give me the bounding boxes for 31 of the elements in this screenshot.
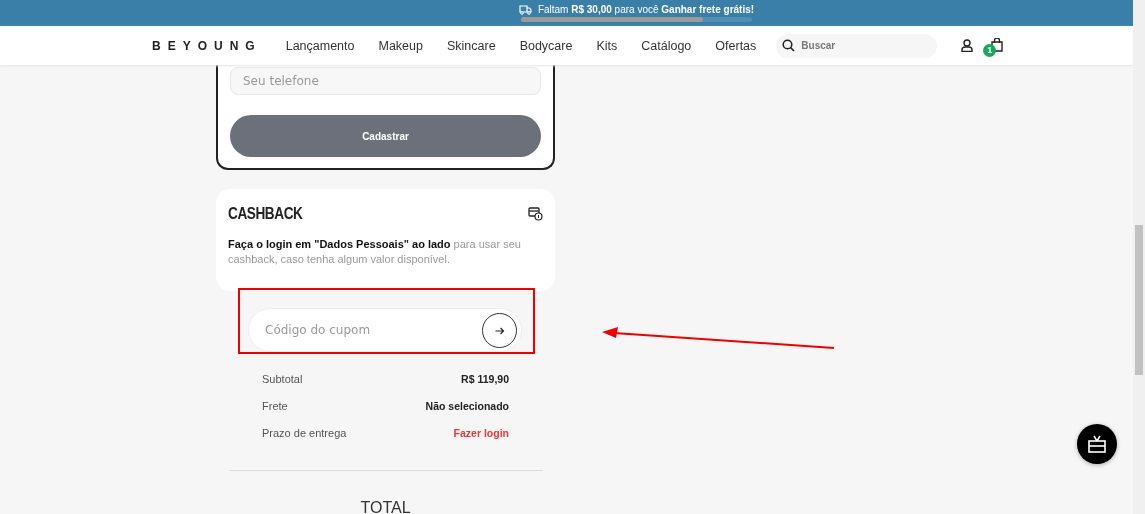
shopping-bag-icon[interactable] <box>991 37 1004 52</box>
nav-link[interactable]: Makeup <box>378 38 423 53</box>
register-button[interactable]: Cadastrar <box>230 115 541 157</box>
summary-value: R$ 119,90 <box>461 373 509 385</box>
nav-link[interactable]: Ofertas <box>715 38 757 53</box>
nav-link[interactable]: Lançamento <box>285 38 355 53</box>
login-link[interactable]: Fazer login <box>453 427 509 439</box>
nav-link[interactable]: Bodycare <box>519 38 573 53</box>
search-field[interactable]: Buscar <box>776 33 938 58</box>
total-label: TOTAL <box>359 499 412 514</box>
summary-value: Não selecionado <box>425 400 509 412</box>
cashback-title: CASHBACK <box>228 205 303 223</box>
coupon-field[interactable]: Código do cupom <box>248 308 522 352</box>
cart-count-badge: 1 <box>983 43 997 57</box>
shipping-message: Faltam R$ 30,00 para você Ganhar frete grátis! <box>537 4 755 15</box>
nav-link[interactable]: Kits <box>596 38 618 53</box>
logo[interactable]: BEYOUNG <box>152 38 262 53</box>
user-icon[interactable] <box>961 39 974 52</box>
arrow-right-icon <box>494 326 505 335</box>
phone-field[interactable]: Seu telefone <box>230 67 541 95</box>
summary-label: Prazo de entrega <box>262 427 347 439</box>
nav-link[interactable]: Skincare <box>447 38 496 53</box>
gift-icon <box>1087 435 1107 453</box>
gift-button[interactable] <box>1077 424 1117 464</box>
card-info-icon <box>528 207 543 221</box>
search-icon <box>782 38 796 52</box>
summary-label: Frete <box>262 400 288 412</box>
nav-link[interactable]: Catálogo <box>641 38 692 53</box>
summary-label: Subtotal <box>262 373 303 385</box>
truck-icon <box>518 4 532 15</box>
cashback-description: Faça o login em "Dados Pessoais" ao lado para usar seu cashback, caso tenha algum valor disponível. <box>228 237 522 267</box>
